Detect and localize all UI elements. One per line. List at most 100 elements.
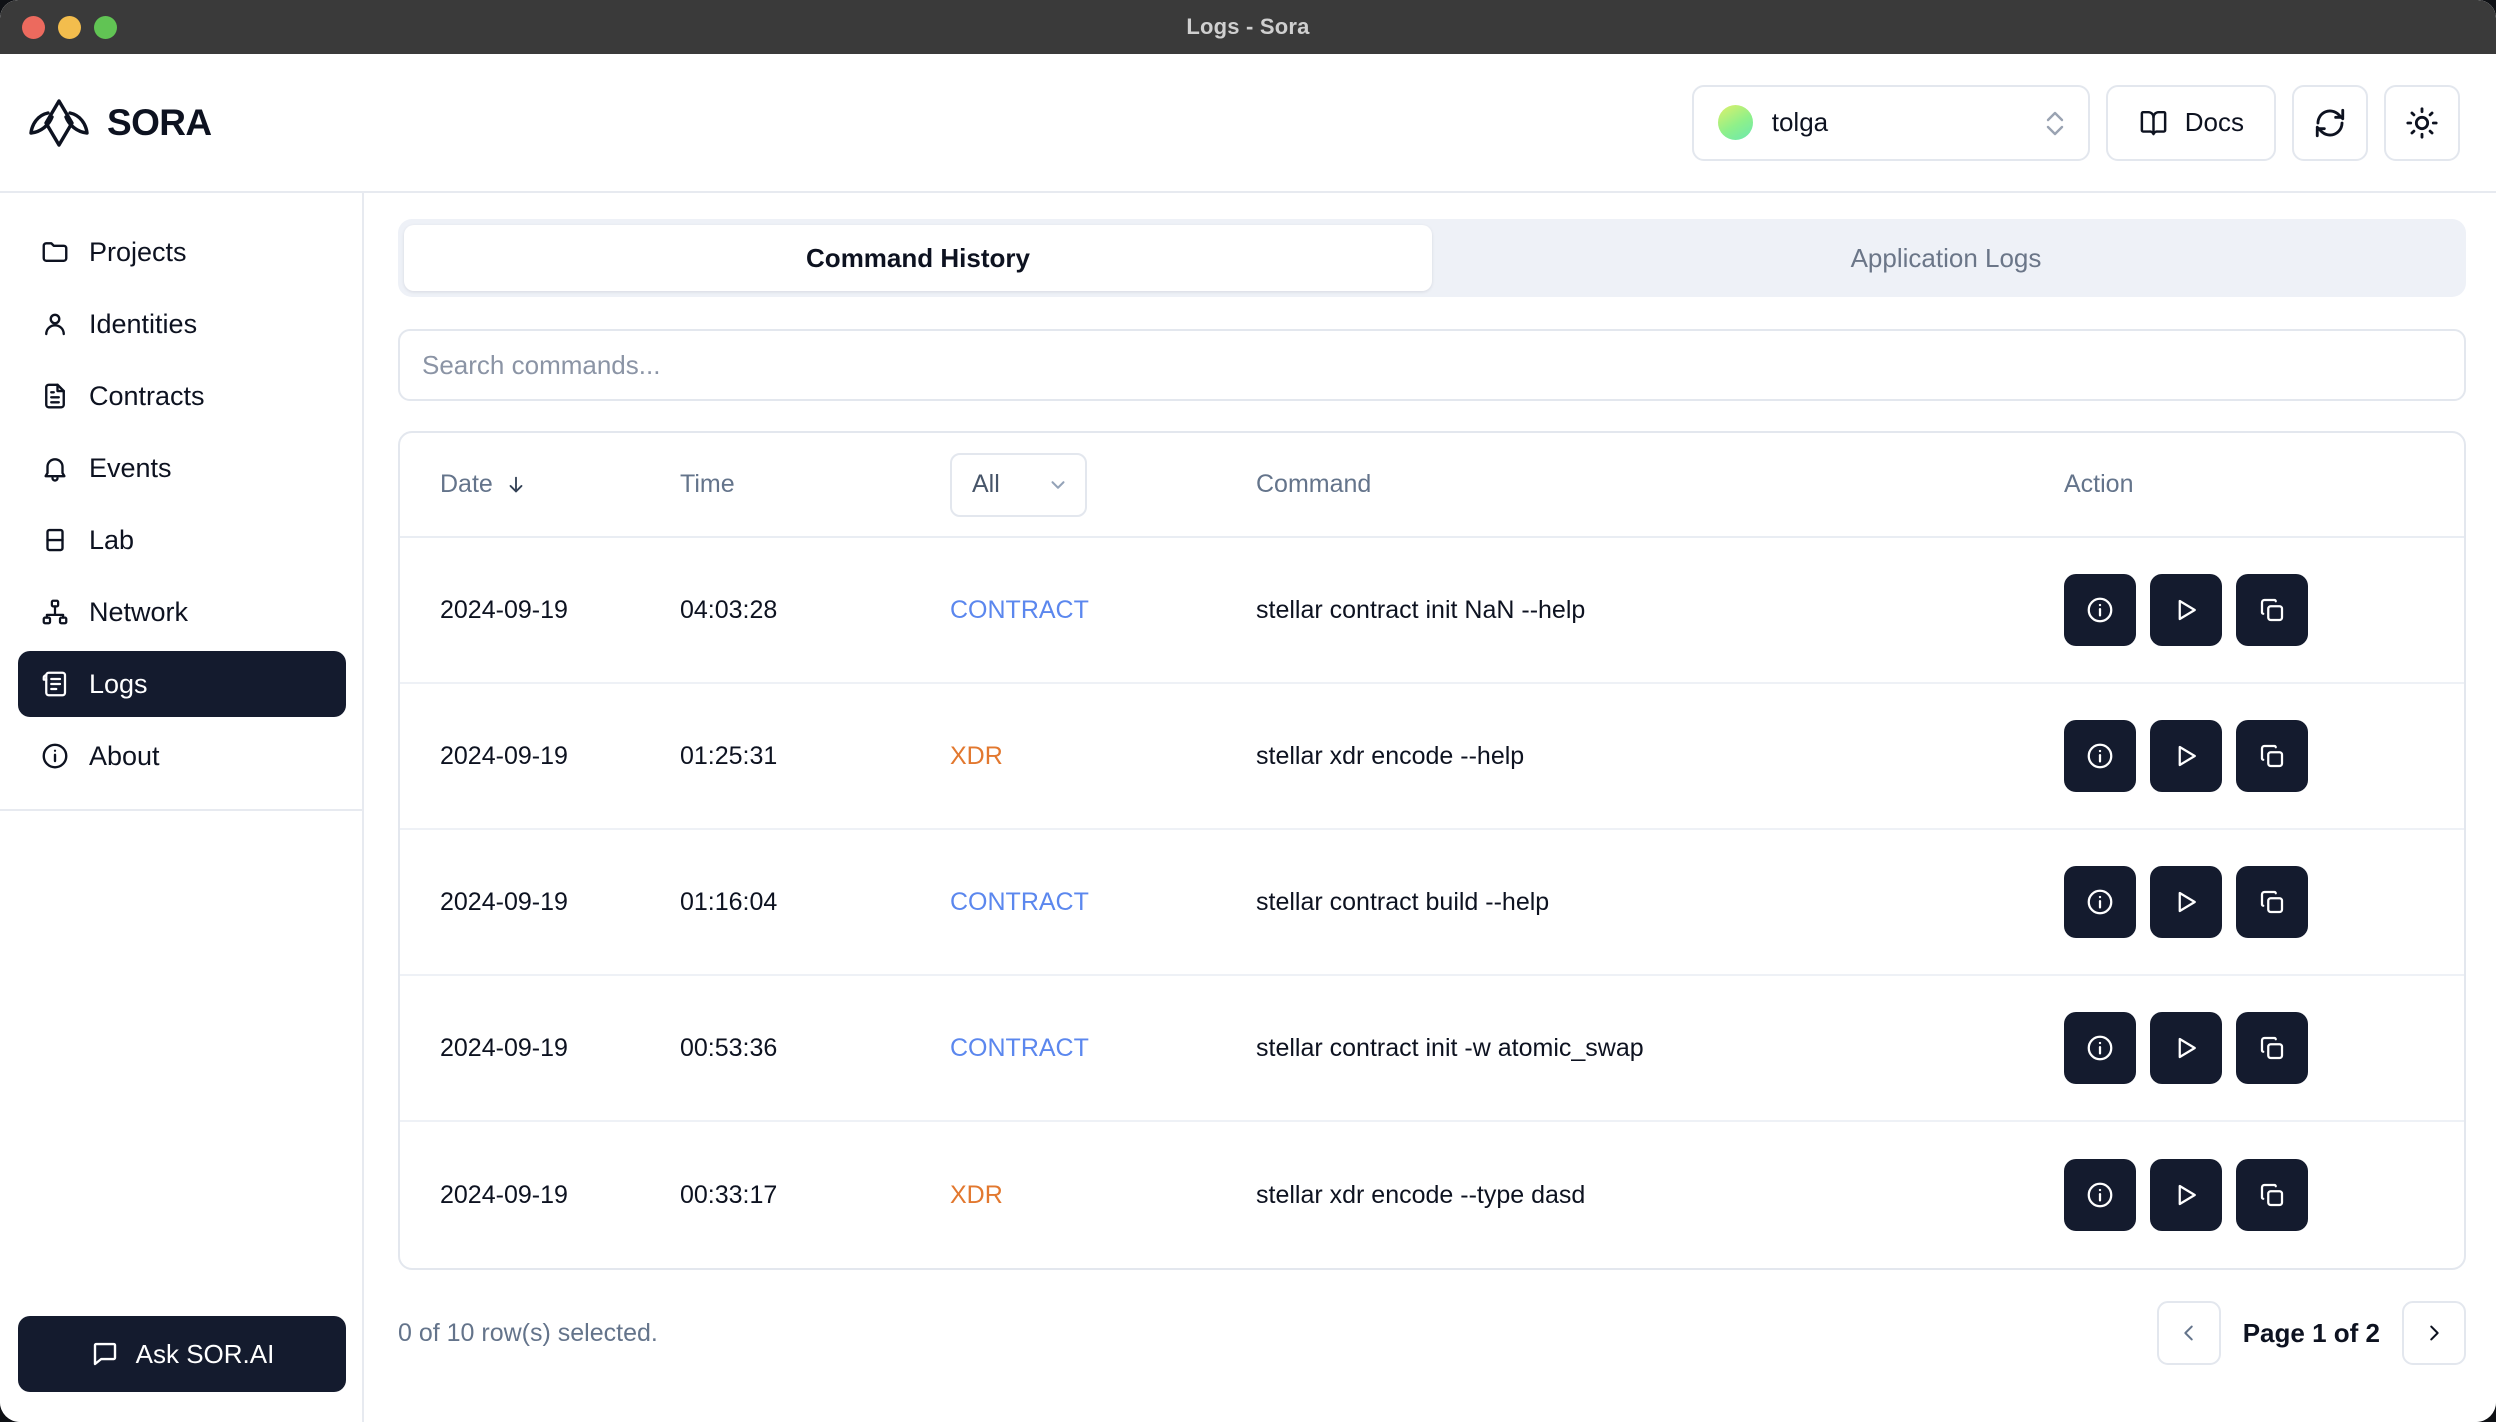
chevron-right-icon [2423, 1322, 2445, 1344]
cell-command: stellar xdr encode --help [1256, 741, 1525, 770]
search-input[interactable]: Search commands... [398, 329, 2466, 401]
chevron-down-icon [1047, 474, 1069, 496]
cell-date: 2024-09-19 [440, 1180, 568, 1209]
run-button[interactable] [2150, 720, 2222, 792]
docs-label: Docs [2184, 107, 2244, 137]
column-header-date[interactable]: Date [400, 470, 680, 499]
tab-command-history[interactable]: Command History [404, 225, 1432, 291]
docs-button[interactable]: Docs [2105, 84, 2276, 161]
copy-button[interactable] [2236, 1012, 2308, 1084]
app-window: Logs - Sora SORA tolga Docs Projects Ide… [0, 0, 2496, 1422]
play-icon [2171, 887, 2201, 917]
table-row[interactable]: 2024-09-19 00:33:17 XDR stellar xdr enco… [400, 1122, 2464, 1268]
cell-type: CONTRACT [950, 1034, 1250, 1063]
play-icon [2171, 741, 2201, 771]
previous-page-button[interactable] [2156, 1301, 2221, 1365]
app-header: SORA tolga Docs [0, 54, 2496, 193]
column-header-time[interactable]: Time [680, 470, 950, 499]
sidebar-item-events[interactable]: Events [18, 435, 346, 501]
cell-time: 01:16:04 [680, 887, 778, 916]
copy-icon [2257, 1180, 2287, 1210]
user-icon [40, 309, 70, 339]
arrow-down-icon [505, 474, 527, 496]
table-row[interactable]: 2024-09-19 01:25:31 XDR stellar xdr enco… [400, 684, 2464, 830]
sora-logo-icon [28, 97, 90, 149]
type-badge: XDR [950, 1180, 1003, 1209]
copy-button[interactable] [2236, 574, 2308, 646]
run-button[interactable] [2150, 574, 2222, 646]
sidebar-item-label: Logs [89, 668, 148, 699]
rows-selected-label: 0 of 10 row(s) selected. [398, 1318, 658, 1347]
sidebar-edge [362, 193, 364, 1422]
table-footer: 0 of 10 row(s) selected. Page 1 of 2 [398, 1270, 2466, 1396]
sidebar-item-network[interactable]: Network [18, 579, 346, 645]
run-button[interactable] [2150, 866, 2222, 938]
cell-date: 2024-09-19 [440, 595, 568, 624]
sidebar-item-logs[interactable]: Logs [18, 651, 346, 717]
sun-icon [2405, 106, 2439, 140]
folder-icon [40, 237, 70, 267]
book-icon [2138, 107, 2169, 138]
window-title: Logs - Sora [1186, 14, 1310, 39]
sidebar-item-contracts[interactable]: Contracts [18, 363, 346, 429]
column-header-type: All [950, 452, 1250, 517]
ask-sorai-button[interactable]: Ask SOR.AI [18, 1316, 346, 1392]
details-button[interactable] [2064, 1159, 2136, 1231]
copy-icon [2257, 741, 2287, 771]
details-button[interactable] [2064, 720, 2136, 792]
table-row[interactable]: 2024-09-19 01:16:04 CONTRACT stellar con… [400, 830, 2464, 976]
play-icon [2171, 1033, 2201, 1063]
tab-bar: Command History Application Logs [398, 219, 2466, 297]
cell-type: XDR [950, 742, 1250, 771]
brand[interactable]: SORA [28, 97, 212, 149]
chat-icon [90, 1339, 120, 1369]
sidebar-item-lab[interactable]: Lab [18, 507, 346, 573]
type-badge: CONTRACT [950, 887, 1089, 916]
details-button[interactable] [2064, 574, 2136, 646]
cell-date: 2024-09-19 [440, 741, 568, 770]
column-header-command: Command [1250, 470, 2064, 499]
scroll-icon [40, 669, 70, 699]
table-header-row: Date Time All Command Action [400, 433, 2464, 538]
refresh-button[interactable] [2292, 84, 2368, 161]
sidebar-item-projects[interactable]: Projects [18, 219, 346, 285]
sidebar-item-label: About [89, 740, 160, 771]
theme-toggle-button[interactable] [2384, 84, 2460, 161]
copy-button[interactable] [2236, 1159, 2308, 1231]
page-indicator: Page 1 of 2 [2242, 1317, 2380, 1348]
tab-label: Command History [806, 242, 1030, 273]
tab-application-logs[interactable]: Application Logs [1432, 225, 2460, 291]
beaker-icon [40, 525, 70, 555]
pagination: Page 1 of 2 [2156, 1301, 2466, 1365]
run-button[interactable] [2150, 1012, 2222, 1084]
cell-time: 04:03:28 [680, 595, 778, 624]
column-header-action-label: Action [2064, 470, 2134, 498]
info-circle-icon [2085, 741, 2115, 771]
sidebar-footer: Ask SOR.AI [0, 1316, 364, 1422]
ask-sorai-label: Ask SOR.AI [135, 1338, 275, 1369]
cell-command: stellar contract build --help [1256, 887, 1550, 916]
cell-time: 00:53:36 [680, 1033, 778, 1062]
type-badge: XDR [950, 741, 1003, 770]
type-filter-select[interactable]: All [950, 452, 1087, 517]
network-icon [40, 597, 70, 627]
copy-icon [2257, 1033, 2287, 1063]
details-button[interactable] [2064, 1012, 2136, 1084]
table-row[interactable]: 2024-09-19 00:53:36 CONTRACT stellar con… [400, 976, 2464, 1122]
copy-button[interactable] [2236, 720, 2308, 792]
next-page-button[interactable] [2402, 1301, 2466, 1365]
table-row[interactable]: 2024-09-19 04:03:28 CONTRACT stellar con… [400, 538, 2464, 684]
sidebar-item-about[interactable]: About [18, 723, 346, 789]
sidebar-item-identities[interactable]: Identities [18, 291, 346, 357]
cell-actions [2064, 574, 2464, 646]
type-badge: CONTRACT [950, 595, 1089, 624]
run-button[interactable] [2150, 1159, 2222, 1231]
cell-date: 2024-09-19 [440, 1033, 568, 1062]
cell-time: 00:33:17 [680, 1180, 778, 1209]
brand-name: SORA [107, 101, 212, 143]
details-button[interactable] [2064, 866, 2136, 938]
copy-button[interactable] [2236, 866, 2308, 938]
cell-actions [2064, 866, 2464, 938]
profile-selector[interactable]: tolga [1691, 84, 2090, 161]
info-icon [40, 741, 70, 771]
